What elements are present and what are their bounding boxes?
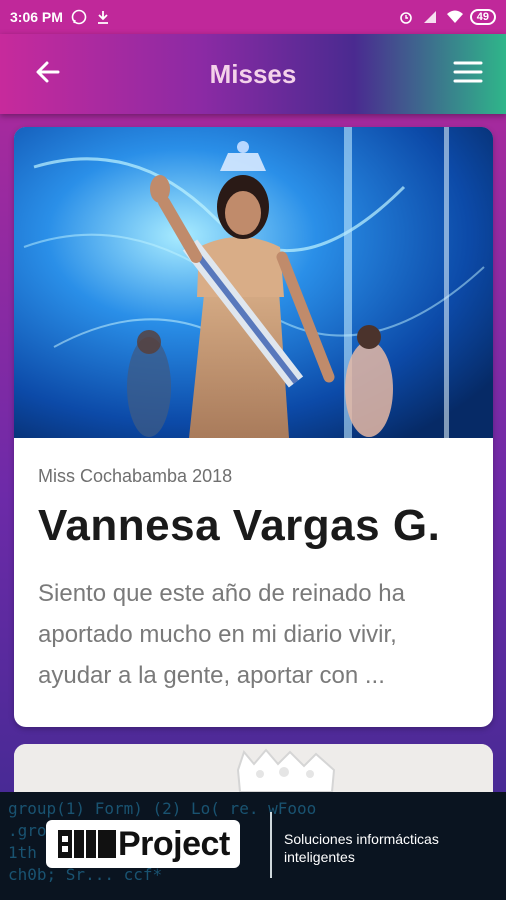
ad-tagline-line-1: Soluciones informácticas [284, 831, 439, 847]
ad-brand: Project [118, 824, 230, 863]
hamburger-menu-icon [453, 60, 483, 89]
card-subtitle: Miss Cochabamba 2018 [38, 466, 233, 486]
card-title: Vannesa Vargas G. [38, 501, 441, 550]
app-bar: Misses [0, 34, 506, 114]
wifi-icon [446, 9, 463, 25]
back-button[interactable] [28, 56, 68, 92]
card-excerpt: Siento que este año de reinado ha aporta… [38, 580, 405, 689]
whatsapp-icon [71, 9, 87, 25]
status-bar: 3:06 PM 49 [0, 0, 506, 34]
content-area[interactable]: Miss Cochabamba 2018 Vannesa Vargas G. S… [0, 114, 506, 792]
signal-icon [422, 9, 438, 25]
ad-banner[interactable]: group(1) Form) (2) Lo( re. wFooo .group(… [0, 792, 506, 900]
arrow-left-icon [34, 58, 62, 91]
ad-tagline-line-2: inteligentes [284, 849, 355, 865]
brand-mark-icon [56, 826, 118, 862]
ad-tagline: Soluciones informácticas inteligentes [284, 830, 439, 866]
miss-card[interactable]: Miss Cochabamba 2018 Vannesa Vargas G. S… [14, 127, 493, 727]
page-title: Misses [209, 58, 297, 89]
battery-icon: 49 [469, 9, 496, 25]
miss-card-2[interactable] [14, 744, 493, 792]
ad-logo: Project [46, 820, 240, 868]
status-time: 3:06 PM [10, 9, 63, 25]
download-icon [95, 9, 111, 25]
ad-divider [270, 812, 272, 878]
menu-button[interactable] [448, 56, 488, 92]
crown-photo [14, 744, 493, 792]
crowned-miss-photo [14, 127, 493, 438]
alarm-icon [398, 9, 414, 25]
